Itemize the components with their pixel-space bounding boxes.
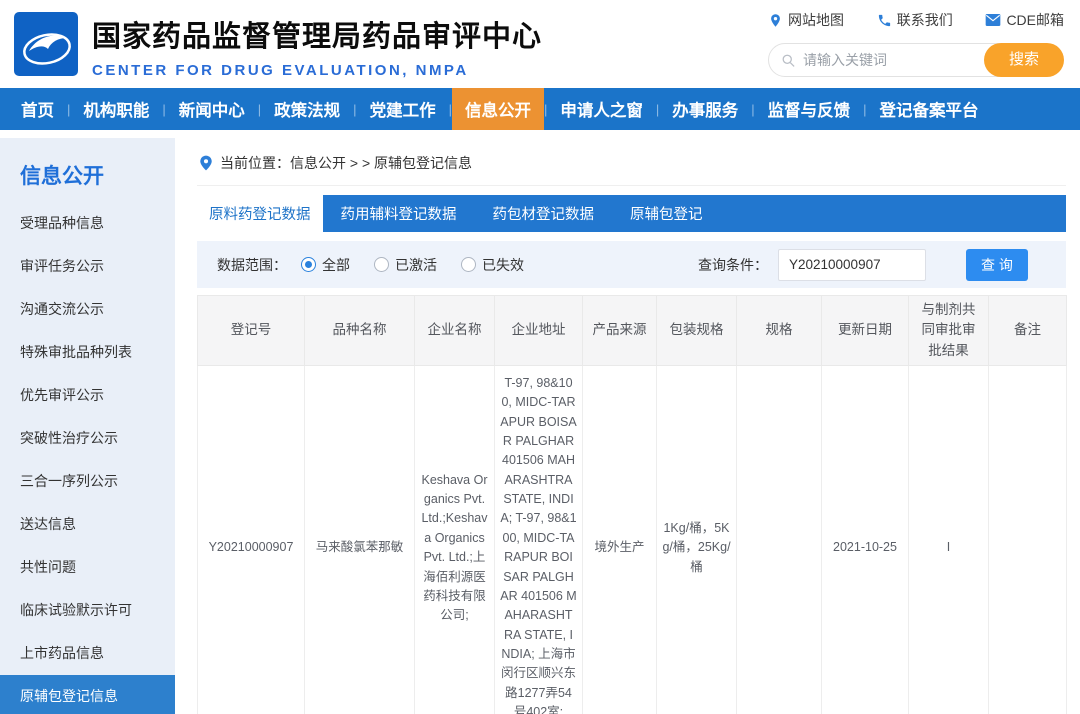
mail-icon xyxy=(985,13,1001,27)
sidebar-item-marketed-drugs[interactable]: 上市药品信息 xyxy=(0,632,175,675)
radio-expired[interactable]: 已失效 xyxy=(461,255,524,275)
quick-links: 网站地图 联系我们 CDE邮箱 xyxy=(768,10,1064,30)
nav-item-registration-platform[interactable]: 登记备案平台 xyxy=(867,88,992,130)
cell-company-name: Keshava Organics Pvt. Ltd.;Keshava Organ… xyxy=(415,365,495,714)
radio-activated[interactable]: 已激活 xyxy=(374,255,437,275)
contact-label: 联系我们 xyxy=(897,10,953,30)
nav-item-functions[interactable]: 机构职能 xyxy=(70,88,162,130)
sidebar-item-special-approval[interactable]: 特殊审批品种列表 xyxy=(0,331,175,374)
nav-item-applicant[interactable]: 申请人之窗 xyxy=(547,88,656,130)
search-input[interactable] xyxy=(803,52,973,68)
page: 国家药品监督管理局药品审评中心 CENTER FOR DRUG EVALUATI… xyxy=(0,0,1080,714)
site-search: 搜索 xyxy=(768,43,1064,77)
tab-raw-aux-pack[interactable]: 原辅包登记 xyxy=(612,195,721,232)
cell-packaging-spec: 1Kg/桶，5Kg/桶，25Kg/桶 xyxy=(657,365,737,714)
col-packaging-spec: 包装规格 xyxy=(657,296,737,366)
table-row: Y20210000907 马来酸氯苯那敏 Keshava Organics Pv… xyxy=(198,365,1067,714)
radio-activated-label: 已激活 xyxy=(395,255,437,275)
cell-registration-no: Y20210000907 xyxy=(198,365,305,714)
radio-all[interactable]: 全部 xyxy=(301,255,350,275)
sitemap-label: 网站地图 xyxy=(788,10,844,30)
col-product-source: 产品来源 xyxy=(583,296,657,366)
radio-all-label: 全部 xyxy=(322,255,350,275)
col-joint-review-result: 与制剂共同审批审批结果 xyxy=(909,296,989,366)
radio-all-control[interactable] xyxy=(301,257,316,272)
col-company-name: 企业名称 xyxy=(415,296,495,366)
cell-update-date: 2021-10-25 xyxy=(822,365,909,714)
tab-packaging-registration[interactable]: 药包材登记数据 xyxy=(475,195,613,232)
sidebar-item-three-in-one[interactable]: 三合一序列公示 xyxy=(0,460,175,503)
mailbox-label: CDE邮箱 xyxy=(1006,10,1064,30)
cell-spec xyxy=(737,365,822,714)
site-subtitle: CENTER FOR DRUG EVALUATION, NMPA xyxy=(92,62,542,79)
tab-excipient-registration[interactable]: 药用辅料登记数据 xyxy=(323,195,475,232)
sidebar-item-communication[interactable]: 沟通交流公示 xyxy=(0,288,175,331)
sitemap-link[interactable]: 网站地图 xyxy=(768,10,844,30)
sidebar-item-breakthrough-therapy[interactable]: 突破性治疗公示 xyxy=(0,417,175,460)
col-remarks: 备注 xyxy=(989,296,1067,366)
contact-link[interactable]: 联系我们 xyxy=(877,10,953,30)
radio-expired-label: 已失效 xyxy=(482,255,524,275)
nav-item-services[interactable]: 办事服务 xyxy=(659,88,751,130)
cell-remarks xyxy=(989,365,1067,714)
sidebar: 信息公开 受理品种信息 审评任务公示 沟通交流公示 特殊审批品种列表 优先审评公… xyxy=(0,138,175,714)
col-spec: 规格 xyxy=(737,296,822,366)
page-body: 信息公开 受理品种信息 审评任务公示 沟通交流公示 特殊审批品种列表 优先审评公… xyxy=(0,130,1080,714)
data-tabs: 原料药登记数据 药用辅料登记数据 药包材登记数据 原辅包登记 xyxy=(197,195,1066,232)
cell-company-address: T-97, 98&100, MIDC-TARAPUR BOISAR PALGHA… xyxy=(495,365,583,714)
sidebar-item-accepted-varieties[interactable]: 受理品种信息 xyxy=(0,202,175,245)
cell-product-source: 境外生产 xyxy=(583,365,657,714)
nav-item-info-disclosure[interactable]: 信息公开 xyxy=(452,88,544,130)
mailbox-link[interactable]: CDE邮箱 xyxy=(985,10,1064,30)
sidebar-item-clinical-trial-license[interactable]: 临床试验默示许可 xyxy=(0,589,175,632)
nav-item-party[interactable]: 党建工作 xyxy=(357,88,449,130)
site-header: 国家药品监督管理局药品审评中心 CENTER FOR DRUG EVALUATI… xyxy=(0,0,1080,88)
site-title: 国家药品监督管理局药品审评中心 xyxy=(92,13,542,55)
nav-item-supervision[interactable]: 监督与反馈 xyxy=(755,88,864,130)
cell-variety-name: 马来酸氯苯那敏 xyxy=(305,365,415,714)
query-label: 查询条件： xyxy=(698,255,768,275)
radio-activated-control[interactable] xyxy=(374,257,389,272)
map-pin-icon xyxy=(768,13,783,28)
col-update-date: 更新日期 xyxy=(822,296,909,366)
nav-item-policy[interactable]: 政策法规 xyxy=(261,88,353,130)
search-box[interactable] xyxy=(768,43,1014,77)
sidebar-item-delivery-info[interactable]: 送达信息 xyxy=(0,503,175,546)
search-icon xyxy=(781,53,796,68)
nav-item-home[interactable]: 首页 xyxy=(8,88,67,130)
cell-joint-review-result: I xyxy=(909,365,989,714)
sidebar-item-raw-material-registration[interactable]: 原辅包登记信息 xyxy=(0,675,175,714)
sidebar-item-common-issues[interactable]: 共性问题 xyxy=(0,546,175,589)
filter-bar: 数据范围： 全部 已激活 已失效 查询条件： 查 询 xyxy=(197,241,1066,288)
location-pin-icon xyxy=(199,155,213,171)
table-header-row: 登记号 品种名称 企业名称 企业地址 产品来源 包装规格 规格 更新日期 与制剂… xyxy=(198,296,1067,366)
cde-logo-icon xyxy=(14,12,78,76)
breadcrumb: 当前位置：信息公开 > > 原辅包登记信息 xyxy=(197,138,1066,186)
col-variety-name: 品种名称 xyxy=(305,296,415,366)
tab-api-registration[interactable]: 原料药登记数据 xyxy=(197,195,323,232)
nav-item-news[interactable]: 新闻中心 xyxy=(166,88,258,130)
sidebar-title: 信息公开 xyxy=(0,138,175,202)
main-content: 当前位置：信息公开 > > 原辅包登记信息 原料药登记数据 药用辅料登记数据 药… xyxy=(175,138,1080,714)
scope-label: 数据范围： xyxy=(217,255,287,275)
col-company-address: 企业地址 xyxy=(495,296,583,366)
search-button[interactable]: 搜索 xyxy=(984,43,1064,77)
col-registration-no: 登记号 xyxy=(198,296,305,366)
breadcrumb-text: 当前位置：信息公开 > > 原辅包登记信息 xyxy=(220,153,472,173)
query-input[interactable] xyxy=(778,249,926,281)
sidebar-item-priority-review[interactable]: 优先审评公示 xyxy=(0,374,175,417)
main-nav: 首页| 机构职能| 新闻中心| 政策法规| 党建工作| 信息公开| 申请人之窗|… xyxy=(0,88,1080,130)
phone-icon xyxy=(877,13,892,28)
brand: 国家药品监督管理局药品审评中心 CENTER FOR DRUG EVALUATI… xyxy=(92,13,542,79)
sidebar-item-review-tasks[interactable]: 审评任务公示 xyxy=(0,245,175,288)
registration-table: 登记号 品种名称 企业名称 企业地址 产品来源 包装规格 规格 更新日期 与制剂… xyxy=(197,295,1067,714)
radio-expired-control[interactable] xyxy=(461,257,476,272)
query-button[interactable]: 查 询 xyxy=(966,249,1028,281)
header-right: 网站地图 联系我们 CDE邮箱 搜索 xyxy=(768,0,1080,77)
